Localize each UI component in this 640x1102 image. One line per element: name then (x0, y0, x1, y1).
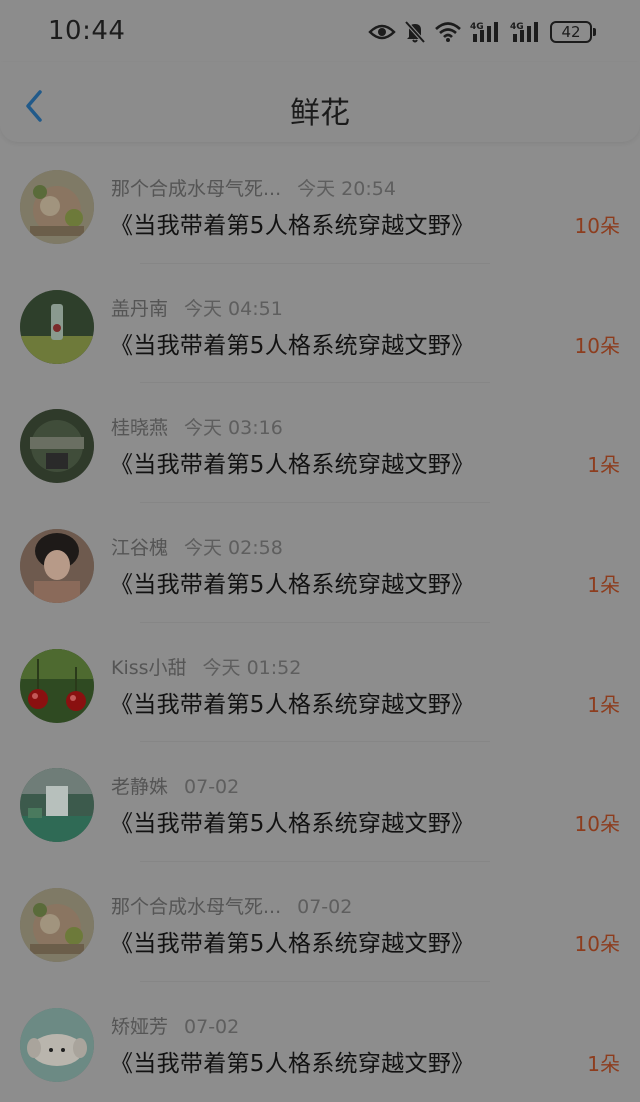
meta: 那个合成水母气死... 07-02 (111, 892, 352, 919)
book-title: 《当我带着第5人格系统穿越文野》 (110, 691, 475, 718)
user-name: 桂晓燕 (111, 417, 169, 440)
meta: 矫娅芳 07-02 (111, 1012, 239, 1039)
flower-count: 10朵 (574, 214, 620, 238)
list-item[interactable]: 江谷槐 今天 02:58 《当我带着第5人格系统穿越文野》 1朵 (0, 503, 640, 623)
status-time: 10:44 (48, 16, 126, 46)
header: 鲜花 (0, 62, 640, 142)
status-bar: 10:44 4G 4G 42 (0, 0, 640, 62)
book-title: 《当我带着第5人格系统穿越文野》 (110, 332, 475, 359)
timestamp: 今天 04:51 (184, 297, 283, 320)
flower-count: 1朵 (587, 573, 620, 598)
eye-icon (368, 22, 396, 42)
meta: 桂晓燕 今天 03:16 (111, 413, 283, 440)
status-icons: 4G 4G 42 (368, 18, 596, 46)
list-item[interactable]: 矫娅芳 07-02 《当我带着第5人格系统穿越文野》 1朵 (0, 982, 640, 1102)
signal-4g-icon: 4G (510, 20, 542, 44)
list-item[interactable]: 盖丹南 今天 04:51 《当我带着第5人格系统穿越文野》 10朵 (0, 264, 640, 384)
list-item[interactable]: 那个合成水母气死... 07-02 《当我带着第5人格系统穿越文野》 10朵 (0, 862, 640, 982)
timestamp: 今天 02:58 (184, 537, 283, 560)
avatar[interactable] (20, 648, 94, 723)
flower-count: 1朵 (587, 692, 620, 717)
flower-count: 1朵 (587, 453, 620, 478)
list-item[interactable]: Kiss小甜 今天 01:52 《当我带着第5人格系统穿越文野》 1朵 (0, 623, 640, 743)
timestamp: 07-02 (297, 896, 353, 919)
book-title: 《当我带着第5人格系统穿越文野》 (110, 811, 475, 838)
meta: 那个合成水母气死... 今天 20:54 (111, 174, 396, 201)
timestamp: 今天 03:16 (184, 417, 283, 440)
flower-count: 10朵 (574, 932, 620, 957)
avatar[interactable] (20, 409, 94, 484)
list-item[interactable]: 桂晓燕 今天 03:16 《当我带着第5人格系统穿越文野》 1朵 (0, 383, 640, 504)
wifi-icon (434, 21, 462, 43)
avatar[interactable] (20, 888, 94, 963)
flower-count: 10朵 (574, 812, 620, 837)
avatar[interactable] (20, 768, 94, 843)
meta: 江谷槐 今天 02:58 (111, 533, 283, 560)
avatar[interactable] (20, 170, 94, 244)
user-name: 那个合成水母气死... (111, 896, 282, 919)
flower-list: 那个合成水母气死... 今天 20:54 《当我带着第5人格系统穿越文野》 10朵… (0, 144, 640, 1102)
user-name: 老静姝 (111, 776, 169, 799)
avatar[interactable] (20, 529, 94, 604)
book-title: 《当我带着第5人格系统穿越文野》 (110, 213, 475, 239)
user-name: 江谷槐 (111, 537, 169, 560)
user-name: 盖丹南 (111, 297, 169, 320)
list-item[interactable]: 那个合成水母气死... 今天 20:54 《当我带着第5人格系统穿越文野》 10朵 (0, 144, 640, 264)
timestamp: 07-02 (184, 1015, 240, 1038)
book-title: 《当我带着第5人格系统穿越文野》 (110, 1050, 475, 1077)
book-title: 《当我带着第5人格系统穿越文野》 (110, 572, 475, 599)
user-name: Kiss小甜 (111, 656, 187, 679)
list-item[interactable]: 老静姝 07-02 《当我带着第5人格系统穿越文野》 10朵 (0, 742, 640, 863)
signal-4g-icon: 4G (470, 20, 502, 44)
avatar[interactable] (20, 289, 94, 364)
user-name: 那个合成水母气死... (111, 178, 282, 200)
flower-count: 1朵 (587, 1051, 620, 1076)
bell-off-icon (404, 20, 426, 44)
battery-icon: 42 (550, 21, 596, 43)
flower-count: 10朵 (574, 333, 620, 358)
meta: 盖丹南 今天 04:51 (111, 294, 283, 321)
book-title: 《当我带着第5人格系统穿越文野》 (110, 931, 475, 958)
page-title: 鲜花 (290, 96, 350, 131)
avatar[interactable] (20, 1007, 94, 1082)
timestamp: 07-02 (184, 776, 240, 799)
timestamp: 今天 20:54 (297, 178, 396, 200)
timestamp: 今天 01:52 (202, 656, 302, 679)
meta: Kiss小甜 今天 01:52 (111, 653, 301, 680)
meta: 老静姝 07-02 (111, 772, 239, 799)
book-title: 《当我带着第5人格系统穿越文野》 (110, 452, 475, 479)
user-name: 矫娅芳 (111, 1015, 169, 1038)
